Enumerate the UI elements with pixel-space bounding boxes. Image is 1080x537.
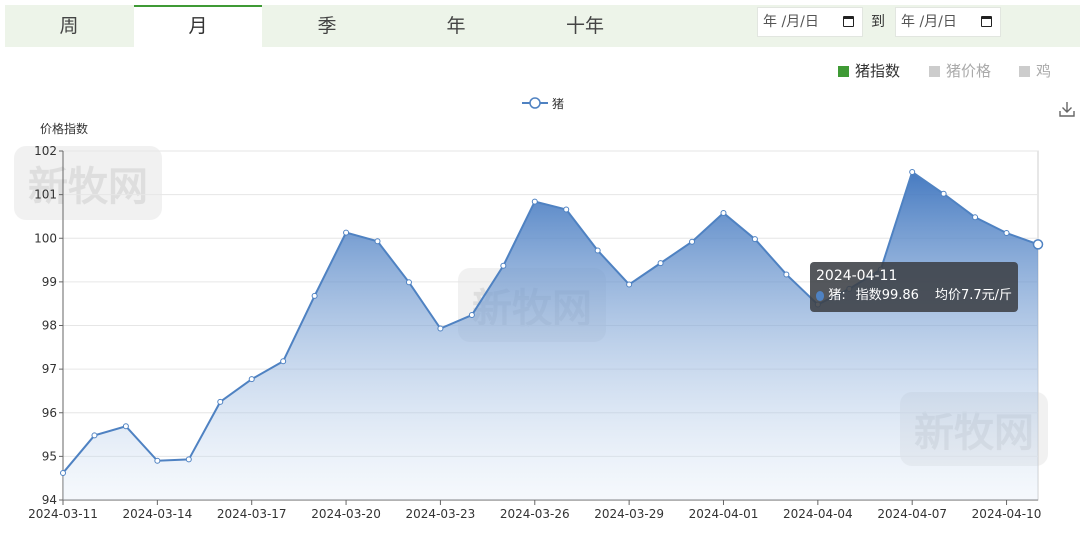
data-point	[1003, 230, 1010, 237]
y-tick-label: 101	[34, 188, 57, 202]
data-point	[468, 312, 475, 319]
data-point	[972, 214, 979, 221]
data-point	[154, 457, 161, 464]
data-point	[248, 376, 255, 383]
x-tick-label: 2024-03-14	[122, 507, 192, 521]
x-tick-label: 2024-04-01	[689, 507, 759, 521]
y-tick-label: 97	[42, 362, 57, 376]
y-tick-label: 99	[42, 275, 57, 289]
data-point	[594, 247, 601, 254]
tooltip-series-name: 猪:	[828, 288, 846, 303]
y-tick-label: 95	[42, 449, 57, 463]
y-axis-label: 价格指数	[40, 121, 88, 136]
x-tick-label: 2024-03-11	[28, 507, 98, 521]
data-point	[343, 229, 350, 236]
data-point	[60, 469, 66, 476]
series-area	[63, 171, 1038, 500]
data-point	[185, 456, 192, 463]
data-point	[720, 209, 727, 216]
data-point	[405, 279, 412, 286]
data-point	[940, 190, 947, 197]
x-tick-label: 2024-03-29	[594, 507, 664, 521]
data-point	[122, 423, 129, 430]
y-tick-label: 94	[42, 493, 57, 507]
data-point	[563, 206, 570, 213]
x-tick-label: 2024-03-17	[217, 507, 287, 521]
chart-tooltip: 2024-04-11 猪: 指数99.86 均价7.7元/斤	[810, 262, 1018, 312]
data-point	[437, 325, 444, 332]
x-tick-label: 2024-03-23	[406, 507, 476, 521]
y-tick-label: 100	[34, 231, 57, 245]
y-tick-label: 96	[42, 406, 57, 420]
data-point	[1032, 239, 1044, 250]
x-tick-label: 2024-04-10	[972, 507, 1042, 521]
tooltip-price: 均价7.7元/斤	[934, 288, 1012, 303]
data-point	[751, 236, 758, 243]
tooltip-index: 指数99.86	[855, 288, 919, 303]
data-point	[280, 358, 287, 365]
x-tick-label: 2024-04-07	[877, 507, 947, 521]
data-point	[626, 281, 633, 288]
data-point	[909, 168, 916, 175]
data-point	[531, 198, 538, 205]
tooltip-date: 2024-04-11	[816, 268, 898, 284]
x-tick-label: 2024-04-04	[783, 507, 853, 521]
data-point	[657, 260, 664, 267]
tooltip-series-dot	[816, 291, 825, 301]
data-point	[217, 398, 224, 405]
data-point	[500, 262, 507, 269]
y-tick-label: 98	[42, 319, 57, 333]
data-point	[91, 432, 98, 439]
data-point	[689, 238, 696, 245]
data-point	[783, 271, 790, 278]
x-tick-label: 2024-03-20	[311, 507, 381, 521]
y-tick-label: 102	[34, 144, 57, 158]
data-point	[374, 238, 381, 245]
x-tick-label: 2024-03-26	[500, 507, 570, 521]
data-point	[311, 292, 318, 299]
